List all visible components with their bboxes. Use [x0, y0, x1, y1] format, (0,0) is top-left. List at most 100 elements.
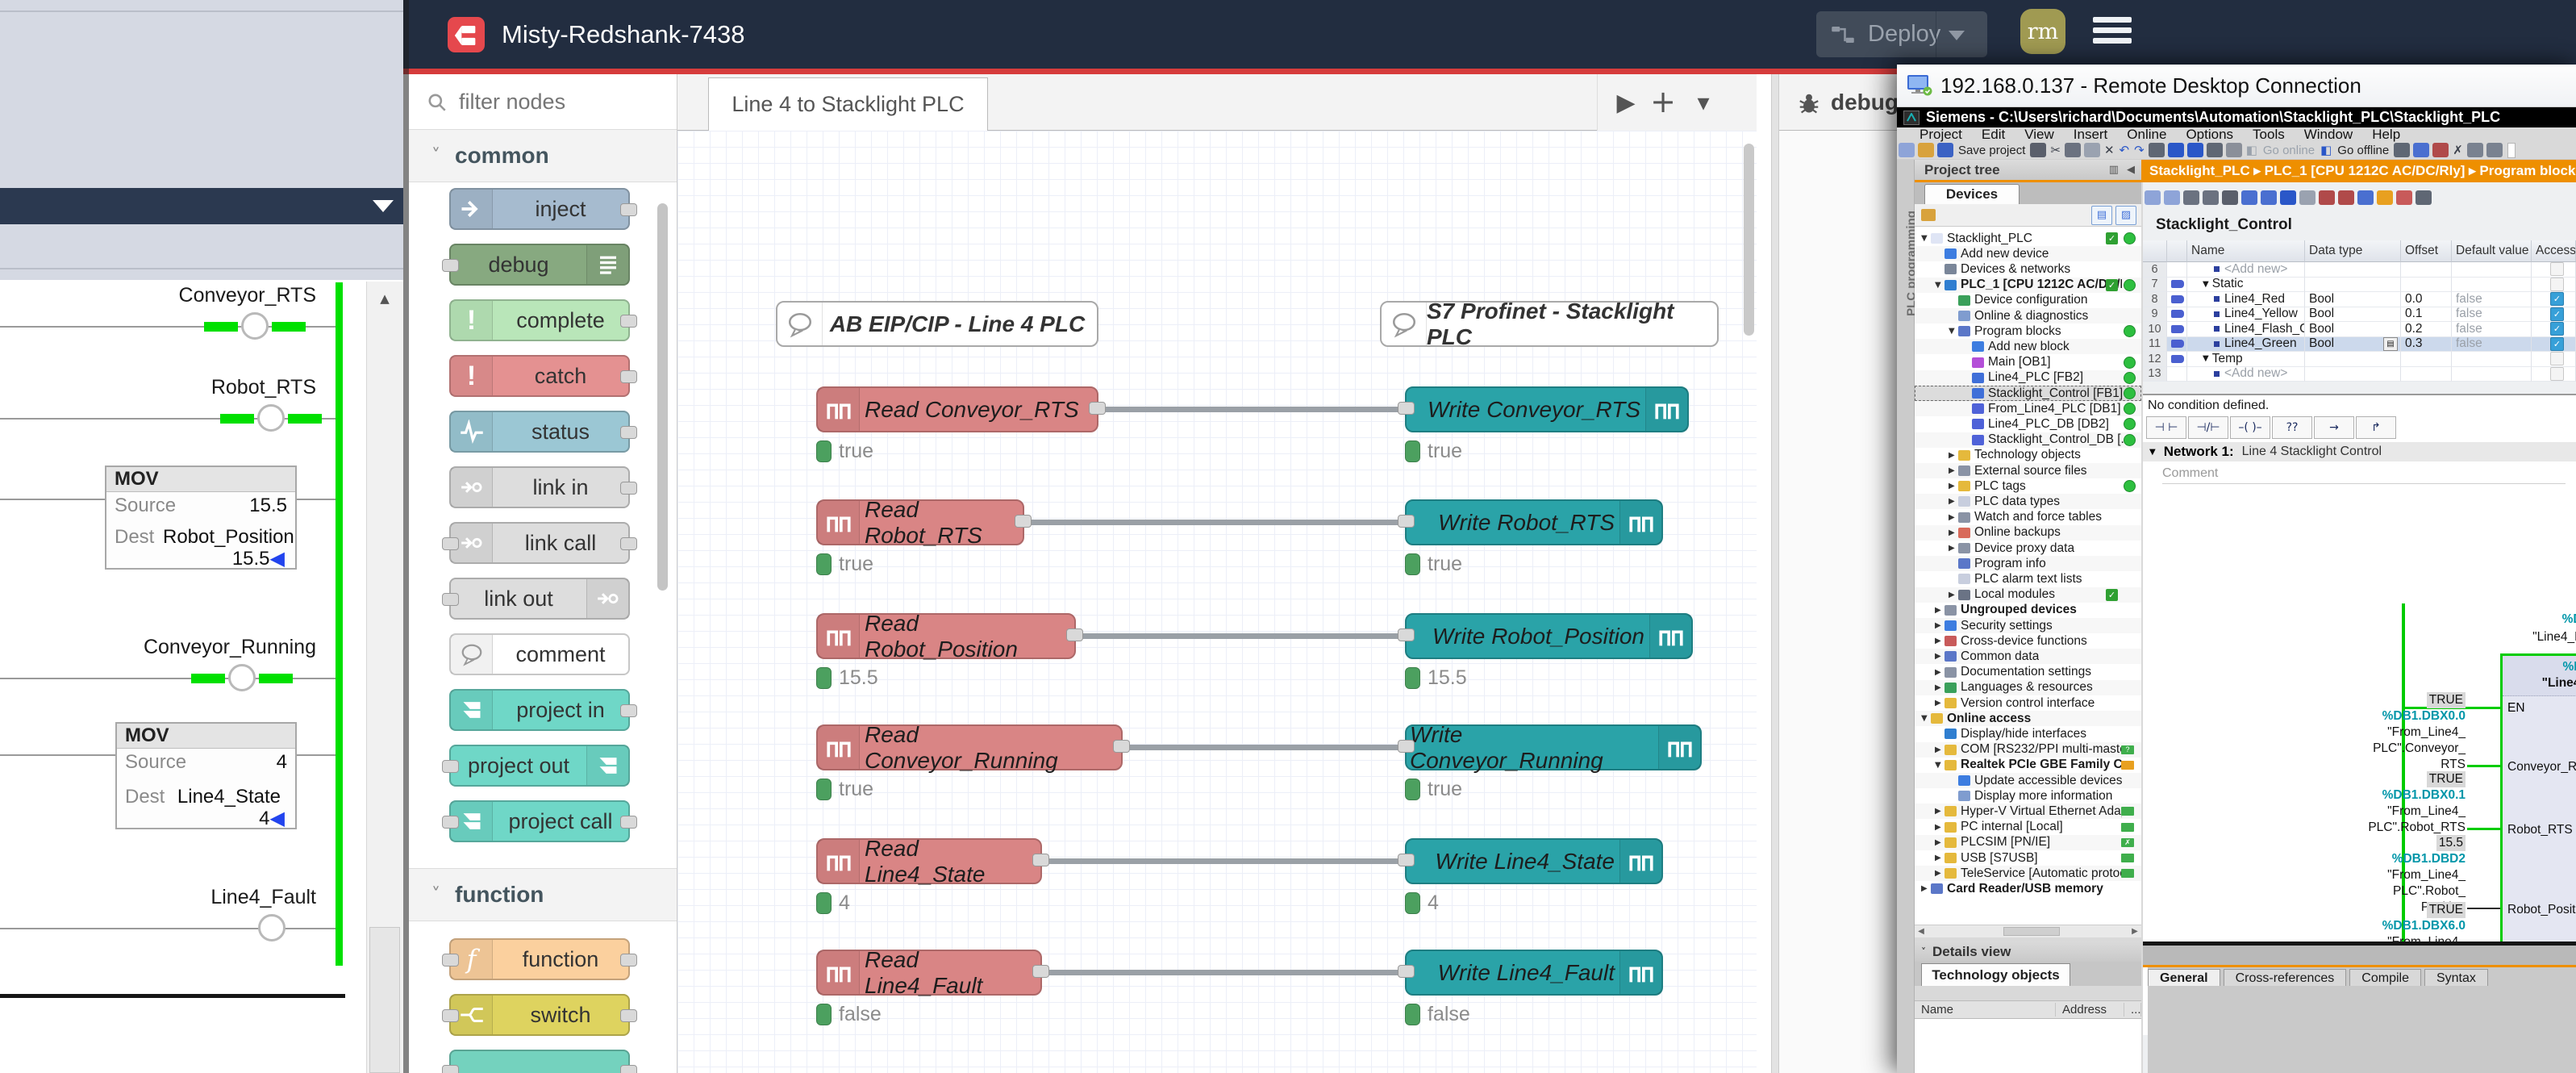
- table-column-header[interactable]: Default value: [2452, 240, 2532, 262]
- table-cell-name[interactable]: Line4_Yellow: [2187, 307, 2305, 323]
- tab-technology-objects[interactable]: Technology objects: [1921, 963, 2070, 986]
- search-project-input[interactable]: [2507, 143, 2516, 158]
- scroll-left-icon[interactable]: ◀: [1915, 925, 1928, 937]
- menu-help[interactable]: Help: [2372, 127, 2400, 143]
- table-cell[interactable]: 0.1: [2401, 307, 2452, 323]
- tree-item-watch-and-force-tables[interactable]: ▶Watch and force tables: [1915, 510, 2141, 525]
- table-cell[interactable]: [2452, 262, 2532, 278]
- stop-simulation-button[interactable]: [2432, 143, 2449, 157]
- add-flow-button[interactable]: +: [1649, 86, 1678, 118]
- table-cell[interactable]: ✓: [2532, 292, 2576, 307]
- expander-right-icon[interactable]: ▶: [1935, 807, 1945, 816]
- cut-button[interactable]: ✂: [2050, 143, 2061, 157]
- snapshot-button[interactable]: [2241, 190, 2257, 205]
- table-cell-name[interactable]: ▼Temp: [2187, 352, 2305, 367]
- details-view-header[interactable]: ˅ Details view: [1915, 941, 2141, 962]
- input-port[interactable]: [442, 1065, 459, 1073]
- palette-node-partial[interactable]: [449, 1050, 630, 1073]
- copy-button[interactable]: [2065, 143, 2081, 157]
- save-project-button[interactable]: [1937, 143, 1953, 157]
- scroll-up-icon[interactable]: ▲: [370, 286, 399, 311]
- expander-right-icon[interactable]: ▶: [1935, 683, 1945, 692]
- reset-start-values-button[interactable]: [2319, 190, 2335, 205]
- tree-item-plc-alarm-text-lists[interactable]: PLC alarm text lists: [1915, 571, 2141, 587]
- menu-online[interactable]: Online: [2127, 127, 2166, 143]
- expander-down-icon[interactable]: ▼: [1921, 714, 1931, 723]
- menu-window[interactable]: Window: [2304, 127, 2353, 143]
- expander-right-icon[interactable]: ▶: [1949, 591, 1958, 599]
- close-branch-button[interactable]: ↱: [2356, 416, 2396, 439]
- rdp-title-bar[interactable]: 192.168.0.137 - Remote Desktop Connectio…: [1897, 65, 2576, 107]
- tree-item-external-source-files[interactable]: ▶External source files: [1915, 463, 2141, 478]
- table-cell[interactable]: ✓: [2532, 322, 2576, 337]
- expander-right-icon[interactable]: ▶: [1949, 466, 1958, 475]
- table-cell[interactable]: ✓: [2532, 337, 2576, 353]
- network-comment[interactable]: Comment: [2162, 466, 2566, 484]
- tree-item-device-configuration[interactable]: Device configuration: [1915, 293, 2141, 308]
- output-port[interactable]: [1113, 740, 1130, 753]
- output-port[interactable]: [1089, 402, 1106, 415]
- flow-node-read-line4_state[interactable]: Read Line4_State: [816, 838, 1042, 884]
- expander-right-icon[interactable]: ▶: [1935, 606, 1945, 615]
- input-port[interactable]: [442, 1009, 459, 1022]
- palette-node-link out[interactable]: link out: [449, 578, 630, 620]
- input-port[interactable]: [442, 954, 459, 967]
- start-cpu-button[interactable]: [2207, 143, 2223, 157]
- table-cell[interactable]: Bool▤: [2305, 337, 2401, 353]
- table-cell[interactable]: false: [2452, 292, 2532, 307]
- scrollbar-thumb[interactable]: [369, 927, 400, 1073]
- input-port[interactable]: [1398, 854, 1415, 866]
- flow-node-write-line4_fault[interactable]: Write Line4_Fault: [1405, 950, 1663, 996]
- tree-item-stacklight-control-db[interactable]: Stacklight_Control_DB [...: [1915, 432, 2141, 448]
- palette-node-switch[interactable]: switch: [449, 994, 630, 1036]
- expanded-mode-button[interactable]: [2357, 190, 2374, 205]
- expander-right-icon[interactable]: ▶: [1935, 745, 1945, 754]
- main-menu-icon[interactable]: [2093, 17, 2132, 48]
- collapse-panel-icon[interactable]: ◀: [2127, 164, 2135, 176]
- table-cell[interactable]: [2532, 278, 2576, 293]
- fb-input-pin[interactable]: Conveyor_RTS: [2507, 759, 2576, 775]
- tree-item-cross-device-functions[interactable]: ▶Cross-device functions: [1915, 633, 2141, 649]
- save-project-label[interactable]: Save project: [1958, 144, 2025, 157]
- cross-reference-button[interactable]: ✗: [2453, 143, 2463, 157]
- tree-item-version-control-interface[interactable]: ▶Version control interface: [1915, 695, 2141, 711]
- input-port[interactable]: [1398, 628, 1415, 641]
- accessible-checkbox[interactable]: ✓: [2550, 307, 2564, 321]
- expander-down-icon[interactable]: ▼: [1949, 327, 1958, 336]
- tree-item-teleservice-automatic-protoco[interactable]: ▶TeleService [Automatic protoco...: [1915, 866, 2141, 881]
- expander-right-icon[interactable]: ▶: [1935, 699, 1945, 708]
- table-cell[interactable]: [2401, 262, 2452, 278]
- expander-right-icon[interactable]: ▶: [1935, 838, 1945, 847]
- inspector-tab-cross-references[interactable]: Cross-references: [2224, 969, 2347, 986]
- tree-view-details-button[interactable]: ▤: [2091, 206, 2112, 225]
- table-cell-name[interactable]: <Add new>: [2187, 262, 2305, 278]
- tree-item-update-accessible-devices[interactable]: Update accessible devices: [1915, 773, 2141, 788]
- table-cell[interactable]: [2532, 262, 2576, 278]
- tree-item-device-proxy-data[interactable]: ▶Device proxy data: [1915, 541, 2141, 556]
- paste-button[interactable]: [2084, 143, 2100, 157]
- no-contact-button[interactable]: ⊣ ⊢: [2146, 416, 2186, 439]
- tree-item-add-new-device[interactable]: Add new device: [1915, 246, 2141, 261]
- tree-item-devices-networks[interactable]: Devices & networks: [1915, 261, 2141, 277]
- tree-item-hyper-v-virtual-ethernet-adapter[interactable]: ▶Hyper-V Virtual Ethernet Adapter: [1915, 804, 2141, 819]
- expander-right-icon[interactable]: ▶: [1935, 652, 1945, 661]
- tree-item-display-more-information[interactable]: Display more information: [1915, 788, 2141, 804]
- start-simulation-button[interactable]: [2413, 143, 2429, 157]
- table-cell[interactable]: [2167, 322, 2187, 337]
- search-input[interactable]: [457, 89, 654, 115]
- output-port[interactable]: [620, 816, 637, 829]
- flow-node-read-conveyor_rts[interactable]: Read Conveyor_RTS: [816, 386, 1098, 432]
- empty-box-button[interactable]: ??: [2272, 416, 2312, 439]
- output-port[interactable]: [1066, 628, 1083, 641]
- menu-edit[interactable]: Edit: [1982, 127, 2005, 143]
- accessible-checkbox[interactable]: [2550, 367, 2564, 381]
- delete-row-button[interactable]: [2164, 190, 2180, 205]
- accessible-checkbox[interactable]: [2550, 262, 2564, 276]
- sidebar-splitter[interactable]: [1771, 74, 1779, 1073]
- tree-item-plc-1-cpu-1212c-ac-dc-rly[interactable]: ▼PLC_1 [CPU 1212C AC/DC/Rly]✓: [1915, 278, 2141, 293]
- table-cell[interactable]: 7: [2143, 278, 2167, 293]
- palette-category-common[interactable]: ˅common: [409, 129, 677, 182]
- table-cell[interactable]: [2401, 367, 2452, 382]
- deploy-options-chevron-icon[interactable]: [1949, 31, 1965, 40]
- tree-item-line4-plc-db-db2[interactable]: Line4_PLC_DB [DB2]: [1915, 416, 2141, 432]
